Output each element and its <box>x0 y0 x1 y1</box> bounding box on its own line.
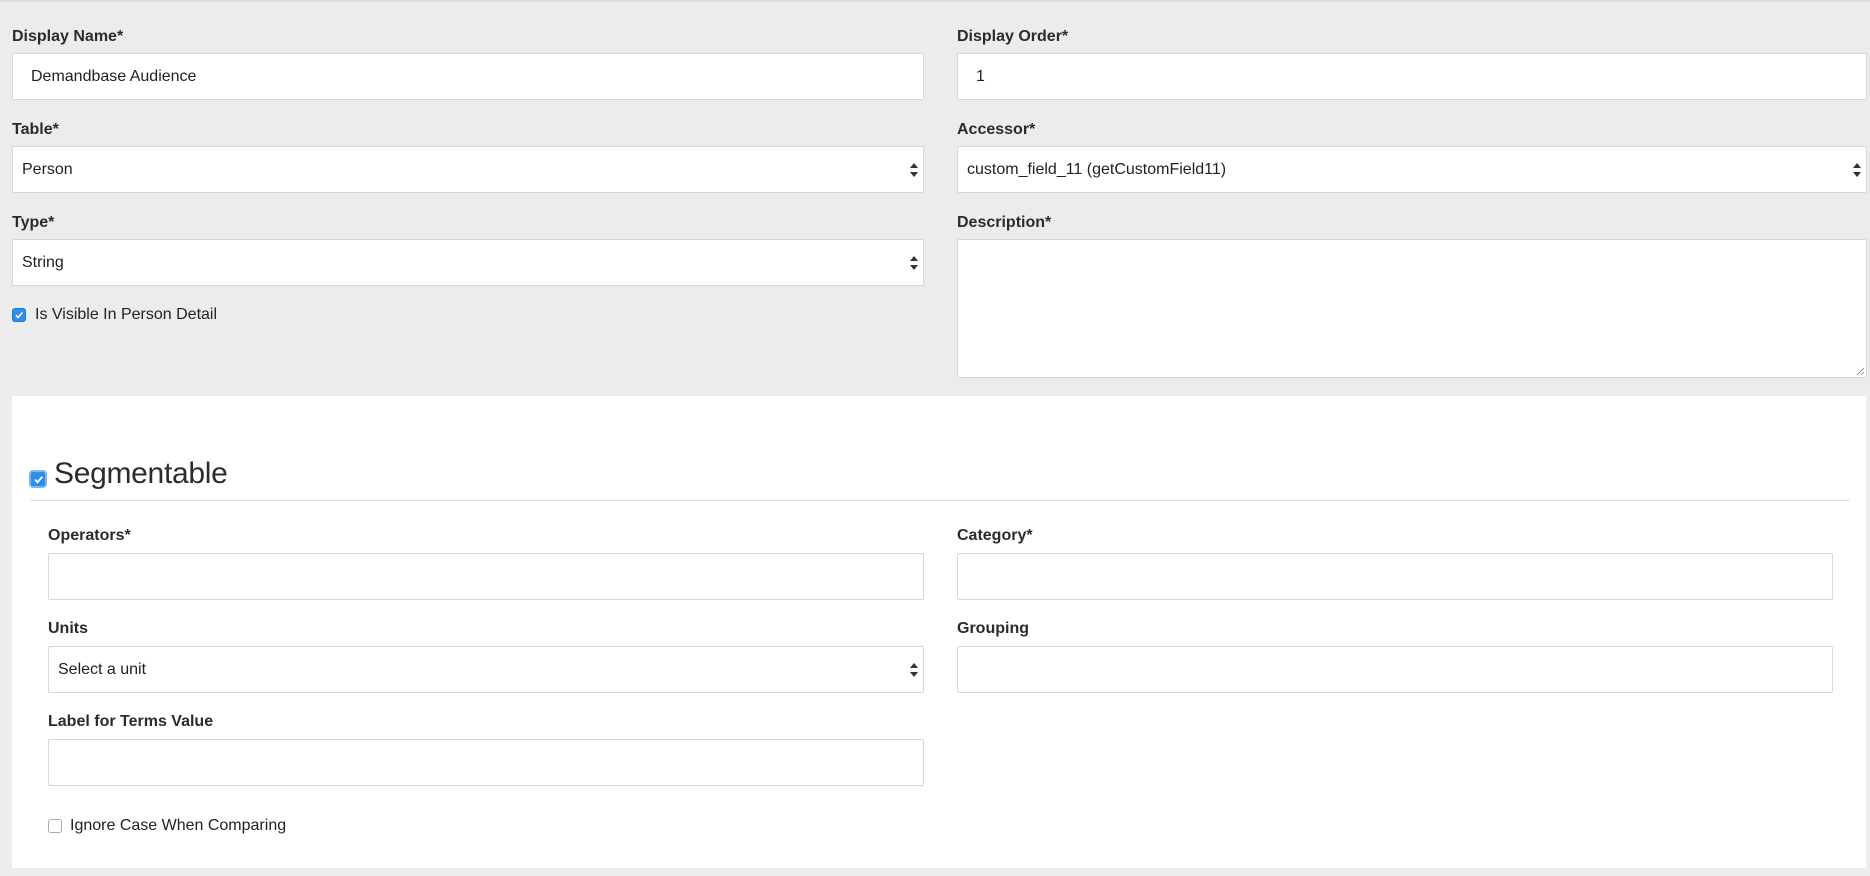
terms-label-input[interactable] <box>48 739 924 786</box>
segmentable-title: Segmentable <box>54 457 228 490</box>
table-select[interactable]: Person <box>12 146 924 193</box>
checkmark-icon <box>15 311 24 319</box>
updown-arrows-icon <box>910 255 918 270</box>
accessor-label: Accessor* <box>957 121 1036 138</box>
display-name-value: Demandbase Audience <box>31 67 197 85</box>
segmentable-divider <box>30 500 1850 501</box>
display-order-value: 1 <box>976 67 985 85</box>
terms-label-label: Label for Terms Value <box>48 713 214 730</box>
segmentable-checkbox[interactable] <box>29 470 47 488</box>
type-selected-value: String <box>22 253 64 271</box>
custom-field-form: Display Name* Demandbase Audience Displa… <box>0 0 1870 876</box>
segmentable-panel <box>12 396 1866 868</box>
table-selected-value: Person <box>22 160 73 178</box>
updown-arrows-icon <box>910 662 918 677</box>
resize-grip-icon[interactable] <box>1855 366 1865 376</box>
ignore-case-label: Ignore Case When Comparing <box>70 817 287 834</box>
top-divider <box>0 0 1870 2</box>
units-select[interactable]: Select a unit <box>48 646 924 693</box>
accessor-select[interactable]: custom_field_11 (getCustomField11) <box>957 146 1867 193</box>
units-label: Units <box>48 620 88 637</box>
operators-label: Operators* <box>48 527 131 544</box>
display-order-label: Display Order* <box>957 28 1069 45</box>
checkmark-icon <box>34 475 43 484</box>
grouping-input[interactable] <box>957 646 1833 693</box>
description-label: Description* <box>957 214 1052 231</box>
description-textarea[interactable] <box>957 239 1867 378</box>
ignore-case-checkbox[interactable] <box>48 819 62 833</box>
accessor-selected-value: custom_field_11 (getCustomField11) <box>967 160 1227 178</box>
display-order-input[interactable]: 1 <box>957 53 1867 100</box>
units-selected-value: Select a unit <box>58 660 147 678</box>
visible-in-person-detail-checkbox[interactable] <box>12 308 26 322</box>
updown-arrows-icon <box>910 162 918 177</box>
operators-input[interactable] <box>48 553 924 600</box>
category-input[interactable] <box>957 553 1833 600</box>
display-name-label: Display Name* <box>12 28 124 45</box>
grouping-label: Grouping <box>957 620 1029 637</box>
table-label: Table* <box>12 121 59 138</box>
type-label: Type* <box>12 214 55 231</box>
updown-arrows-icon <box>1853 162 1861 177</box>
type-select[interactable]: String <box>12 239 924 286</box>
visible-in-person-detail-label: Is Visible In Person Detail <box>35 306 218 323</box>
display-name-input[interactable]: Demandbase Audience <box>12 53 924 100</box>
category-label: Category* <box>957 527 1033 544</box>
